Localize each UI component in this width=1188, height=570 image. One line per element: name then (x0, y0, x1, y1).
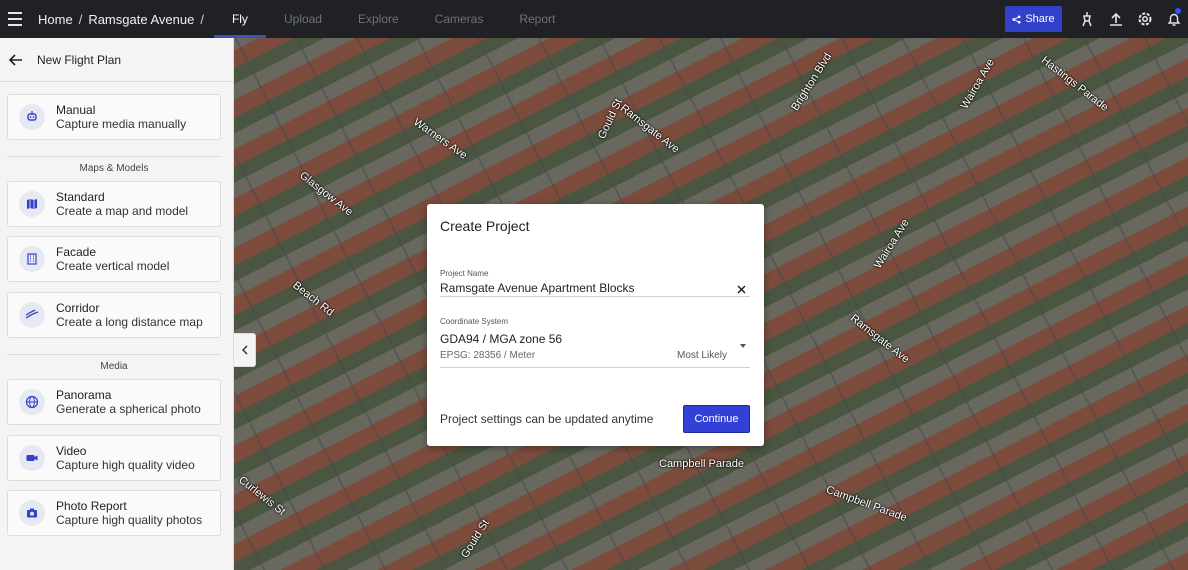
continue-button[interactable]: Continue (683, 405, 750, 433)
card-subtitle: Capture high quality video (56, 457, 195, 472)
street-label: Glasgow Ave (297, 169, 355, 219)
tab-fly[interactable]: Fly (213, 0, 266, 38)
card-subtitle: Create a map and model (56, 203, 189, 218)
street-label: Ramsgate Ave (847, 312, 912, 366)
street-label: Campbell Parade (659, 458, 744, 470)
breadcrumb-separator: / (78, 11, 83, 27)
dialog-title: Create Project (440, 218, 530, 234)
tab-explore[interactable]: Explore (340, 0, 417, 38)
project-name-label: Project Name (440, 269, 489, 278)
match-hint: Most Likely (676, 350, 727, 361)
drone-icon[interactable] (1072, 0, 1101, 38)
card-title: Video (56, 443, 87, 458)
card-subtitle: Generate a spherical photo (56, 401, 201, 416)
coordinate-system-label: Coordinate System (440, 317, 509, 326)
panel-title: New Flight Plan (37, 52, 122, 67)
breadcrumb-separator: / (200, 11, 204, 27)
back-arrow-icon[interactable] (0, 38, 32, 82)
chevron-down-icon[interactable] (740, 344, 746, 348)
video-camera-icon (19, 445, 45, 471)
share-icon (1012, 14, 1021, 24)
card-subtitle: Create vertical model (56, 258, 170, 273)
street-label: Curlewis St (236, 474, 288, 518)
corridor-icon (19, 302, 45, 328)
card-title: Panorama (56, 387, 112, 402)
card-text: Manual Capture media manually (56, 102, 187, 131)
plan-option-panorama[interactable]: Panorama Generate a spherical photo (7, 379, 221, 425)
notification-dot (1175, 8, 1181, 14)
facade-icon (19, 246, 45, 272)
street-label: Beach Rd (290, 279, 336, 319)
card-title: Standard (56, 189, 105, 204)
card-subtitle: Capture high quality photos (56, 512, 203, 527)
settings-note: Project settings can be updated anytime (440, 412, 654, 426)
plan-option-standard[interactable]: Standard Create a map and model (7, 181, 221, 227)
street-label: Gould St (595, 97, 625, 141)
notification-bell-icon[interactable] (1159, 0, 1188, 38)
collapse-panel-button[interactable] (234, 333, 256, 367)
card-subtitle: Capture media manually (56, 116, 187, 131)
upload-icon[interactable] (1101, 0, 1130, 38)
drone-icon (19, 104, 45, 130)
plan-option-corridor[interactable]: Corridor Create a long distance map (7, 292, 221, 338)
settings-icon[interactable] (1130, 0, 1159, 38)
coordinate-system-value: GDA94 / MGA zone 56 (440, 332, 563, 346)
breadcrumb: Home / Ramsgate Avenue / (38, 12, 210, 27)
panel-header: New Flight Plan (0, 38, 233, 82)
plan-option-photo-report[interactable]: Photo Report Capture high quality photos (7, 490, 221, 536)
breadcrumb-home[interactable]: Home (38, 12, 73, 27)
street-label: Campbell Parade (824, 483, 909, 525)
card-text: Standard Create a map and model (56, 189, 189, 218)
mode-tabs: Fly Upload Explore Cameras Report (213, 0, 573, 38)
card-title: Photo Report (56, 498, 127, 513)
section-label-media: Media (7, 354, 221, 372)
plan-option-facade[interactable]: Facade Create vertical model (7, 236, 221, 282)
share-label: Share (1025, 13, 1055, 25)
breadcrumb-project[interactable]: Ramsgate Avenue (88, 12, 194, 27)
street-label: Wairoa Ave (871, 217, 912, 271)
street-label: Warners Ave (411, 116, 470, 162)
field-underline (440, 296, 750, 297)
card-text: Facade Create vertical model (56, 244, 170, 273)
card-title: Manual (56, 102, 96, 117)
card-subtitle: Create a long distance map (56, 314, 203, 329)
street-label: Brighton Blvd (789, 51, 835, 113)
coordinate-system-detail: EPSG: 28356 / Meter (440, 350, 536, 361)
tab-report[interactable]: Report (501, 0, 573, 38)
street-label: Wairoa Ave (958, 56, 997, 112)
street-label: Gould St (458, 517, 492, 561)
card-title: Facade (56, 244, 97, 259)
section-label-maps: Maps & Models (7, 156, 221, 174)
card-text: Panorama Generate a spherical photo (56, 387, 201, 416)
street-label: Hastings Parade (1038, 54, 1111, 114)
field-underline (440, 367, 750, 368)
camera-icon (19, 500, 45, 526)
clear-icon[interactable] (734, 282, 748, 296)
plan-option-video[interactable]: Video Capture high quality video (7, 435, 221, 481)
plan-option-manual[interactable]: Manual Capture media manually (7, 94, 221, 140)
flight-plan-panel: New Flight Plan Manual Capture media man… (0, 38, 234, 570)
globe-icon (19, 389, 45, 415)
card-text: Video Capture high quality video (56, 443, 195, 472)
tab-cameras[interactable]: Cameras (417, 0, 502, 38)
card-title: Corridor (56, 300, 100, 315)
top-actions: Share (1005, 0, 1188, 38)
menu-icon[interactable] (8, 0, 38, 38)
card-text: Photo Report Capture high quality photos (56, 498, 203, 527)
top-bar: Home / Ramsgate Avenue / Fly Upload Expl… (0, 0, 1188, 38)
create-project-dialog: Create Project Project Name Ramsgate Ave… (427, 204, 764, 446)
project-name-input[interactable]: Ramsgate Avenue Apartment Blocks (440, 281, 730, 295)
card-text: Corridor Create a long distance map (56, 300, 203, 329)
map-icon (19, 191, 45, 217)
street-label: Ramsgate Ave (617, 102, 682, 156)
tab-upload[interactable]: Upload (266, 0, 340, 38)
chevron-left-icon (241, 345, 248, 355)
share-button[interactable]: Share (1005, 6, 1062, 32)
